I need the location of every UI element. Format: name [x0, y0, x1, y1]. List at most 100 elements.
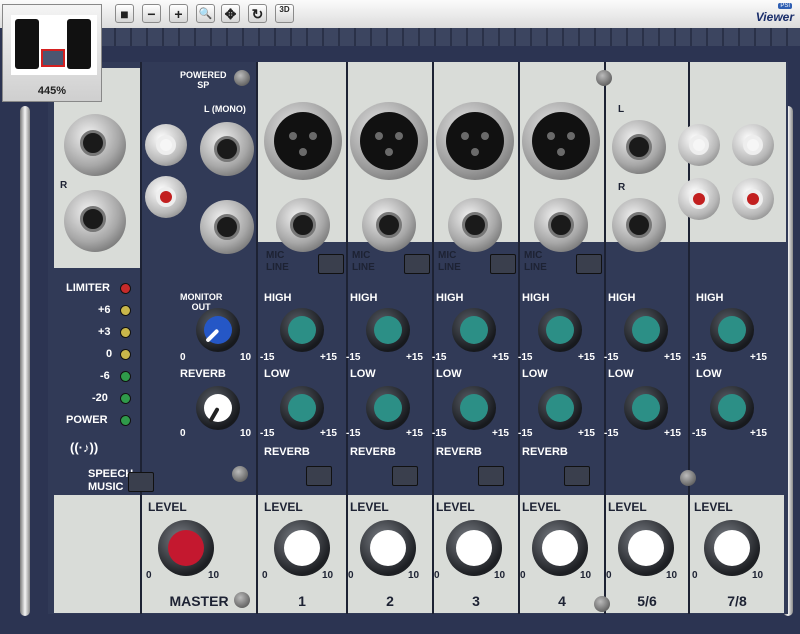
- navigator-thumbnail[interactable]: [11, 15, 97, 75]
- screw: [232, 466, 248, 482]
- view-3d-button[interactable]: 3D: [275, 4, 294, 23]
- low-eq-knob[interactable]: [280, 386, 324, 430]
- divider: [256, 62, 258, 614]
- low-label: LOW: [522, 368, 548, 380]
- line-l-jack[interactable]: [612, 120, 666, 174]
- scale-0: 0: [692, 570, 698, 581]
- led-minus20: [120, 393, 131, 404]
- scale-0: 0: [348, 570, 354, 581]
- high-eq-knob[interactable]: [624, 308, 668, 352]
- low-eq-knob[interactable]: [538, 386, 582, 430]
- level-knob[interactable]: [704, 520, 760, 576]
- stereo-out-r-jack[interactable]: [64, 190, 126, 252]
- monitor-out-knob[interactable]: [196, 308, 240, 352]
- line-label: LINE: [266, 262, 289, 273]
- reverb-master-knob[interactable]: [196, 386, 240, 430]
- level-knob[interactable]: [360, 520, 416, 576]
- line-label: LINE: [524, 262, 547, 273]
- line-input-jack[interactable]: [276, 198, 330, 252]
- xlr-input[interactable]: [350, 102, 428, 180]
- low-eq-knob[interactable]: [624, 386, 668, 430]
- scale-minus15: -15: [432, 428, 447, 439]
- low-eq-knob[interactable]: [710, 386, 754, 430]
- scale-10: 10: [240, 352, 252, 363]
- meter-label-0: LIMITER: [66, 282, 110, 294]
- l-mono-label: L (MONO): [204, 104, 246, 114]
- reverb-switch[interactable]: [478, 466, 504, 486]
- low-label: LOW: [436, 368, 462, 380]
- stop-button[interactable]: ■: [115, 4, 134, 23]
- rca-r-7-8[interactable]: [732, 178, 774, 220]
- scale-plus15: +15: [492, 352, 509, 363]
- scale-10: 10: [240, 428, 252, 439]
- pan-button[interactable]: ✥: [221, 4, 240, 23]
- line-input-jack[interactable]: [362, 198, 416, 252]
- rotate-button[interactable]: ↻: [248, 4, 267, 23]
- high-eq-knob[interactable]: [538, 308, 582, 352]
- level-label: LEVEL: [694, 500, 733, 514]
- scale-minus15: -15: [346, 428, 361, 439]
- aux-in-r-rca[interactable]: [145, 176, 187, 218]
- master-level-knob[interactable]: [158, 520, 214, 576]
- channel-name: 2: [386, 593, 394, 609]
- music-label: MUSIC: [88, 481, 124, 493]
- reverb-switch[interactable]: [392, 466, 418, 486]
- low-label: LOW: [608, 368, 634, 380]
- navigator-panel[interactable]: 445%: [2, 4, 102, 102]
- level-knob[interactable]: [532, 520, 588, 576]
- line-input-jack[interactable]: [534, 198, 588, 252]
- low-eq-knob[interactable]: [366, 386, 410, 430]
- zoom-out-button[interactable]: −: [142, 4, 161, 23]
- magnify-button[interactable]: 🔍: [196, 4, 215, 23]
- left-handle: [20, 106, 30, 616]
- scale-plus15: +15: [406, 352, 423, 363]
- xlr-input[interactable]: [264, 102, 342, 180]
- viewport-rectangle[interactable]: [41, 49, 65, 67]
- rca-l-5-6[interactable]: [678, 124, 720, 166]
- mic-line-switch[interactable]: [318, 254, 344, 274]
- scale-10: 10: [208, 570, 220, 581]
- r-label: R: [618, 182, 626, 193]
- reverb-switch[interactable]: [564, 466, 590, 486]
- high-eq-knob[interactable]: [710, 308, 754, 352]
- stereo-out-l-jack[interactable]: [64, 114, 126, 176]
- scale-0: 0: [520, 570, 526, 581]
- level-knob[interactable]: [446, 520, 502, 576]
- zoom-level: 445%: [37, 85, 67, 97]
- divider: [140, 62, 142, 614]
- line-r-jack[interactable]: [612, 198, 666, 252]
- meter-label-2: +3: [98, 326, 111, 338]
- powered-sp-r-jack[interactable]: [200, 200, 254, 254]
- stop-icon: ■: [120, 6, 129, 22]
- zoom-in-button[interactable]: +: [169, 4, 188, 23]
- high-eq-knob[interactable]: [452, 308, 496, 352]
- high-eq-knob[interactable]: [366, 308, 410, 352]
- divider: [604, 62, 606, 614]
- reverb-switch[interactable]: [306, 466, 332, 486]
- line-input-jack[interactable]: [448, 198, 502, 252]
- aux-in-l-rca[interactable]: [145, 124, 187, 166]
- scale-plus15: +15: [750, 352, 767, 363]
- plus-icon: +: [174, 6, 183, 22]
- scale-minus15: -15: [346, 352, 361, 363]
- low-eq-knob[interactable]: [452, 386, 496, 430]
- minus-icon: −: [147, 6, 156, 22]
- speech-music-switch[interactable]: [128, 472, 154, 492]
- level-knob[interactable]: [618, 520, 674, 576]
- meter-label-4: -6: [100, 370, 110, 382]
- mic-line-switch[interactable]: [490, 254, 516, 274]
- scale-0: 0: [262, 570, 268, 581]
- reverb-label: REVERB: [264, 446, 310, 458]
- reverb-label: REVERB: [350, 446, 396, 458]
- xlr-input[interactable]: [522, 102, 600, 180]
- mic-line-switch[interactable]: [404, 254, 430, 274]
- rca-l-7-8[interactable]: [732, 124, 774, 166]
- xlr-input[interactable]: [436, 102, 514, 180]
- scale-minus15: -15: [432, 352, 447, 363]
- level-knob[interactable]: [274, 520, 330, 576]
- mic-line-switch[interactable]: [576, 254, 602, 274]
- scale-plus15: +15: [320, 428, 337, 439]
- high-eq-knob[interactable]: [280, 308, 324, 352]
- rca-r-5-6[interactable]: [678, 178, 720, 220]
- powered-sp-l-jack[interactable]: [200, 122, 254, 176]
